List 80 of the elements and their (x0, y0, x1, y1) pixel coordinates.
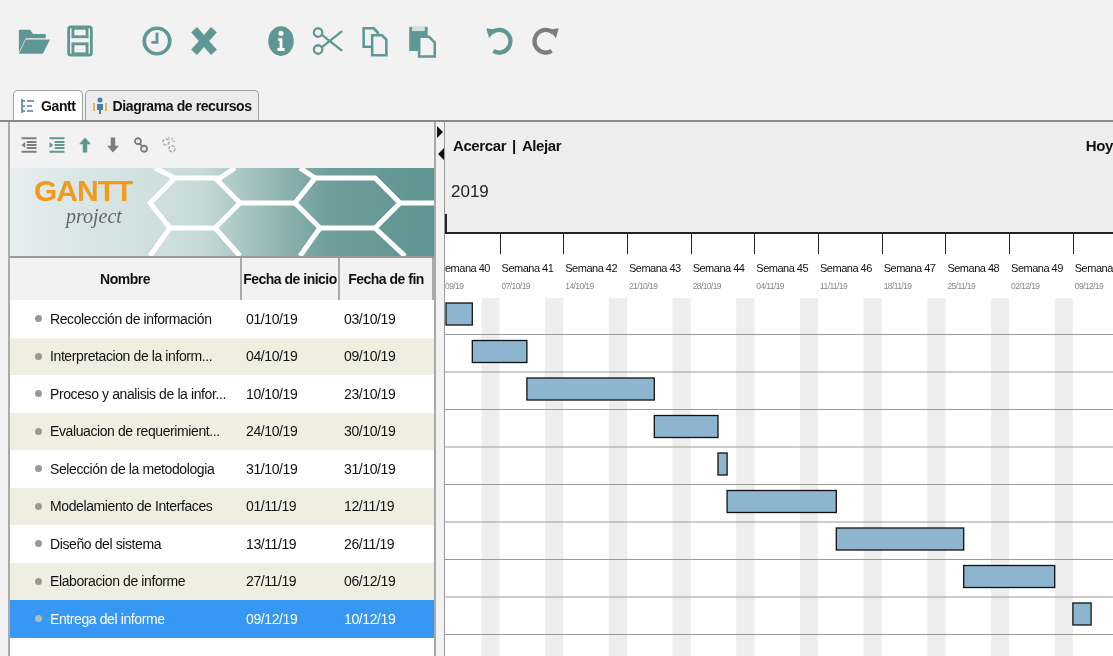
end-date: 26/11/19 (343, 535, 396, 552)
start-date: 27/11/19 (245, 573, 298, 590)
start-date: 10/10/19 (245, 385, 299, 402)
week-label: Semana 48 (946, 262, 1001, 274)
zoom-out-link[interactable]: Alejar (521, 136, 562, 154)
week-label: Semana (1073, 262, 1113, 274)
bullet-icon (35, 465, 42, 473)
week-date: 18/11/19 (882, 281, 913, 291)
week-date: 14/10/19 (564, 281, 595, 291)
zoom-in-link[interactable]: Acercar (453, 136, 507, 154)
separator: | (512, 136, 516, 154)
bullet-icon (35, 577, 42, 585)
end-date: 03/10/19 (343, 310, 397, 327)
week-label: Semana 42 (564, 262, 619, 274)
week-date: 04/11/19 (755, 281, 785, 291)
task-name: Modelamiento de Interfaces (50, 498, 214, 515)
bullet-icon (35, 540, 42, 548)
task-name: Elaboracion de informe (50, 573, 187, 590)
bullet-icon (35, 502, 42, 510)
week-label: Semana 49 (1010, 262, 1064, 274)
task-bar[interactable] (726, 489, 837, 514)
end-date: 23/10/19 (343, 385, 397, 402)
start-date: 24/10/19 (245, 423, 299, 440)
week-date: 28/10/19 (691, 281, 722, 291)
week-date: 07/10/19 (500, 281, 531, 291)
week-label: Semana 45 (755, 262, 810, 274)
bullet-icon (35, 390, 42, 398)
people-icon (91, 96, 108, 115)
task-row[interactable]: Evaluacion de requerimient... 24/10/19 30/10/19 (10, 412, 434, 450)
week-label: Semana 46 (819, 262, 873, 274)
week-label: Semana 47 (882, 262, 937, 274)
end-date: 09/10/19 (343, 348, 397, 365)
week-label: emana 40 (445, 262, 491, 274)
task-row[interactable]: Elaboracion de informe 27/11/19 06/12/19 (10, 562, 434, 600)
task-bar[interactable] (963, 564, 1056, 589)
week-label: Semana 44 (691, 262, 746, 274)
start-date: 01/10/19 (245, 310, 299, 327)
start-date: 31/10/19 (245, 460, 299, 477)
today-link[interactable]: Hoy (1085, 136, 1113, 154)
end-date: 12/11/19 (343, 498, 396, 515)
bullet-icon (35, 615, 42, 623)
start-date: 01/11/19 (245, 498, 298, 515)
year-label: 2019 (451, 182, 489, 202)
task-name: Diseño del sistema (50, 535, 163, 552)
week-date: 02/12/19 (1010, 281, 1041, 291)
week-date: 21/10/19 (627, 281, 659, 291)
week-date: 11/11/19 (819, 281, 849, 291)
logo-text: GANTT (34, 176, 133, 206)
clock-icon[interactable] (140, 23, 174, 58)
end-date: 30/10/19 (343, 423, 397, 440)
week-date: 25/11/19 (946, 281, 977, 291)
bullet-icon (35, 315, 42, 323)
start-date: 09/12/19 (245, 610, 299, 627)
task-name: Selección de la metodologia (50, 460, 216, 477)
week-label: Semana 43 (627, 262, 682, 274)
end-date: 10/12/19 (343, 610, 397, 627)
week-date: 09/19 (445, 281, 465, 291)
task-bar[interactable] (653, 414, 719, 439)
tree-list-icon (20, 96, 36, 115)
task-row[interactable]: Interpretacion de la inform... 04/10/19 09/10/19 (10, 337, 434, 375)
tab[interactable]: Diagrama de recursos (84, 90, 259, 120)
task-name: Interpretacion de la inform... (50, 348, 214, 365)
start-date: 04/10/19 (245, 348, 299, 365)
logo-subtitle: project (66, 206, 123, 226)
indent-icon[interactable] (48, 136, 66, 154)
task-name: Entrega del informe (50, 610, 166, 627)
task-name: Evaluacion de requerimient... (50, 423, 221, 440)
tab[interactable]: Gantt (13, 90, 83, 120)
end-date: 06/12/19 (343, 573, 397, 590)
end-date: 31/10/19 (343, 460, 397, 477)
task-row[interactable]: Modelamiento de Interfaces 01/11/19 12/11/19 (10, 487, 434, 525)
bullet-icon (35, 352, 42, 360)
task-bar[interactable] (471, 339, 528, 364)
week-label: Semana 41 (500, 262, 555, 274)
week-date: 09/12/19 (1073, 281, 1105, 291)
task-name: Proceso y analisis de la infor... (50, 385, 227, 402)
task-name: Recolección de información (50, 310, 213, 327)
start-date: 13/11/19 (245, 535, 298, 552)
bullet-icon (35, 427, 42, 435)
task-bar[interactable] (445, 302, 473, 326)
